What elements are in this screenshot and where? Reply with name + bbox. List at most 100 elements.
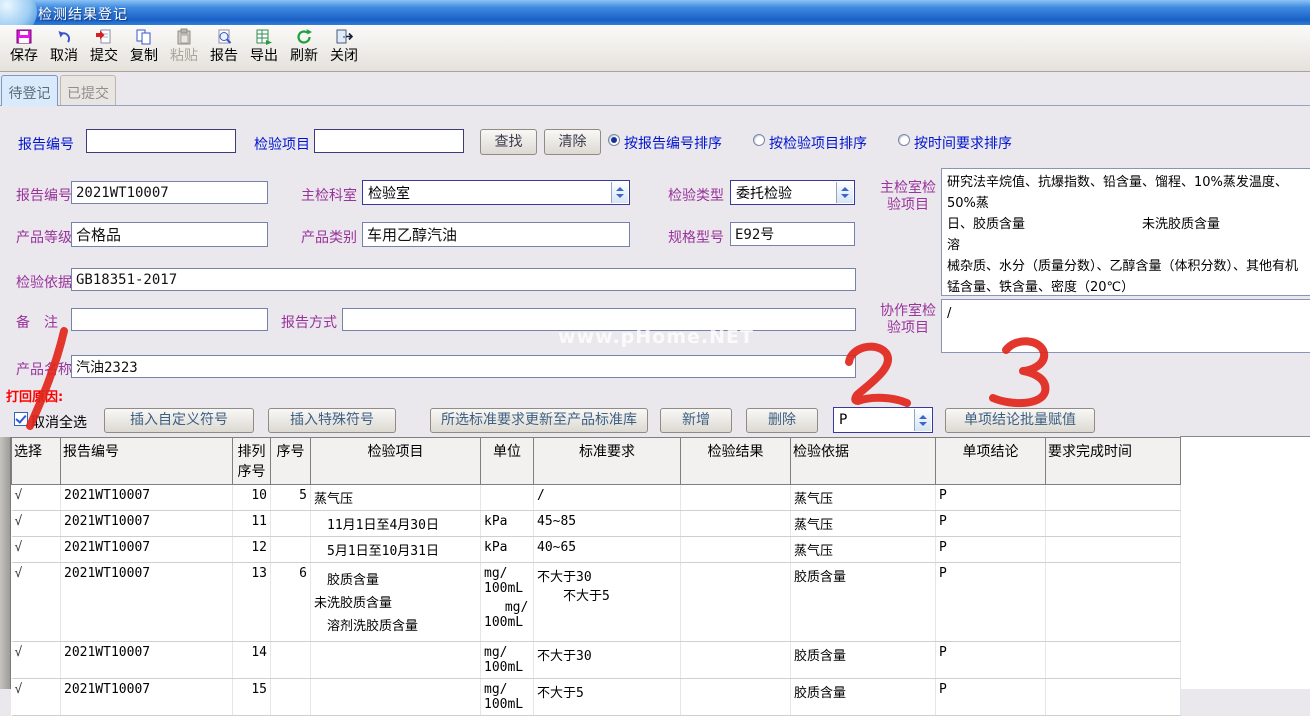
col-report-no[interactable]: 报告编号 [61,438,233,485]
product-name-input[interactable] [71,355,856,378]
grade-label: 产品等级 [16,227,72,247]
search-item-label: 检验项目 [254,134,310,154]
spinner-icon[interactable] [611,182,628,203]
grid-row-margin [0,437,11,689]
table-row[interactable]: √ 2021WT10007 15 mg/ 100mL 不大于5 胶质含量 P [12,679,1181,716]
select-all-checkbox[interactable] [14,412,28,426]
main-items-box[interactable]: 研究法辛烷值、抗爆指数、铅含量、馏程、10%蒸发温度、50%蒸 日、胶质含量 未… [941,168,1310,296]
export-icon [244,28,284,47]
update-standard-button[interactable]: 所选标准要求更新至产品标准库 [430,408,648,433]
toolbar-button-report[interactable]: 报告 [204,27,244,71]
window-title: 检测结果登记 [38,4,128,24]
spec-input[interactable] [730,222,855,246]
table-row[interactable]: √ 2021WT10007 13 6 胶质含量 未洗胶质含量 溶剂洗胶质含量 m… [12,563,1181,642]
col-unit[interactable]: 单位 [481,438,534,485]
search-report-no-input[interactable] [86,129,236,153]
col-result[interactable]: 检验结果 [681,438,791,485]
select-all-label: 取消全选 [31,412,87,432]
toolbar-button-submit[interactable]: 提交 [84,27,124,71]
check-mark[interactable]: √ [12,485,61,511]
spec-label: 规格型号 [668,227,724,247]
col-seq[interactable]: 序号 [271,438,311,485]
toolbar-button-save[interactable]: 保存 [4,27,44,71]
main-dept-label: 主检科室 [301,185,357,205]
close-icon [324,28,364,47]
toolbar-button-copy[interactable]: 复制 [124,27,164,71]
table-header-row: 选择 报告编号 排列序号 序号 检验项目 单位 标准要求 检验结果 检验依据 单… [12,438,1181,485]
coop-items-box[interactable]: / [941,299,1310,353]
app-logo-icon [0,0,37,25]
category-input[interactable] [362,222,630,247]
save-icon [4,28,44,47]
col-standard[interactable]: 标准要求 [534,438,681,485]
add-button[interactable]: 新增 [660,408,732,433]
insert-special-symbol-button[interactable]: 插入特殊符号 [268,408,396,433]
toolbar-button-cancel[interactable]: 取消 [44,27,84,71]
basis-label: 检验依据 [16,272,72,292]
table-row[interactable]: √ 2021WT10007 10 5 蒸气压 / 蒸气压 P [12,485,1181,511]
col-order-no[interactable]: 排列序号 [233,438,271,485]
undo-icon [44,28,84,47]
check-mark[interactable]: √ [12,563,61,642]
col-item[interactable]: 检验项目 [311,438,481,485]
refresh-icon [284,28,324,47]
search-report-no-label: 报告编号 [18,134,74,154]
radio-sort-by-report-no[interactable] [608,134,620,146]
batch-assign-button[interactable]: 单项结论批量赋值 [945,408,1095,433]
col-conclusion[interactable]: 单项结论 [936,438,1046,485]
table-row[interactable]: √ 2021WT10007 12 5月1日至10月31日 kPa 40~65 蒸… [12,537,1181,563]
submit-icon [84,28,124,47]
spinner-icon[interactable] [836,182,853,203]
toolbar-button-refresh[interactable]: 刷新 [284,27,324,71]
insert-custom-symbol-button[interactable]: 插入自定义符号 [104,408,254,433]
report-icon [204,28,244,47]
test-type-label: 检验类型 [668,185,724,205]
radio-sort-by-item[interactable] [753,134,765,146]
radio-sort-by-time-label: 按时间要求排序 [914,133,1012,153]
copy-icon [124,28,164,47]
col-select[interactable]: 选择 [12,438,61,485]
conclusion-combo[interactable]: P [833,407,933,433]
conclusion-combo-value: P [839,412,847,428]
remark-input[interactable] [71,308,268,331]
report-mode-label: 报告方式 [281,312,337,332]
grade-input[interactable] [71,222,268,247]
tab-pending[interactable]: 待登记 [1,75,58,106]
delete-button[interactable]: 删除 [746,408,818,433]
coop-items-label: 协作室检验项目 [876,303,940,337]
toolbar-button-paste: 粘贴 [164,27,204,71]
check-mark[interactable]: √ [12,511,61,537]
report-no-input[interactable] [71,181,268,204]
toolbar-button-close[interactable]: 关闭 [324,27,364,71]
check-mark[interactable]: √ [12,679,61,716]
title-bar: 检测结果登记 [0,0,1310,25]
basis-input[interactable] [71,268,856,291]
main-items-label: 主检室检验项目 [876,180,940,214]
find-button[interactable]: 查找 [480,129,537,155]
paste-icon [164,28,204,47]
check-mark[interactable]: √ [12,537,61,563]
col-basis[interactable]: 检验依据 [791,438,936,485]
main-dept-combo[interactable]: 检验室 [362,180,630,205]
test-type-value: 委托检验 [736,183,792,203]
check-mark[interactable]: √ [12,642,61,679]
remark-label: 备 注 [16,312,58,332]
main-dept-value: 检验室 [368,183,410,203]
search-item-input[interactable] [314,129,464,153]
col-deadline[interactable]: 要求完成时间 [1046,438,1181,485]
category-label: 产品类别 [301,227,357,247]
report-no-label: 报告编号 [16,185,72,205]
radio-sort-by-time[interactable] [898,134,910,146]
table-row[interactable]: √ 2021WT10007 11 11月1日至4月30日 kPa 45~85 蒸… [12,511,1181,537]
clear-button[interactable]: 清除 [544,129,601,155]
toolbar-button-export[interactable]: 导出 [244,27,284,71]
spinner-icon[interactable] [914,409,931,431]
radio-sort-by-item-label: 按检验项目排序 [769,133,867,153]
table-row[interactable]: √ 2021WT10007 14 mg/ 100mL 不大于30 胶质含量 P [12,642,1181,679]
test-type-combo[interactable]: 委托检验 [730,180,855,205]
product-name-label: 产品名称 [16,359,72,379]
results-table: 选择 报告编号 排列序号 序号 检验项目 单位 标准要求 检验结果 检验依据 单… [11,437,1181,716]
grid-empty-area [1180,436,1310,689]
reject-reason-label: 打回原因: [6,386,63,405]
tab-submitted[interactable]: 已提交 [60,75,116,105]
